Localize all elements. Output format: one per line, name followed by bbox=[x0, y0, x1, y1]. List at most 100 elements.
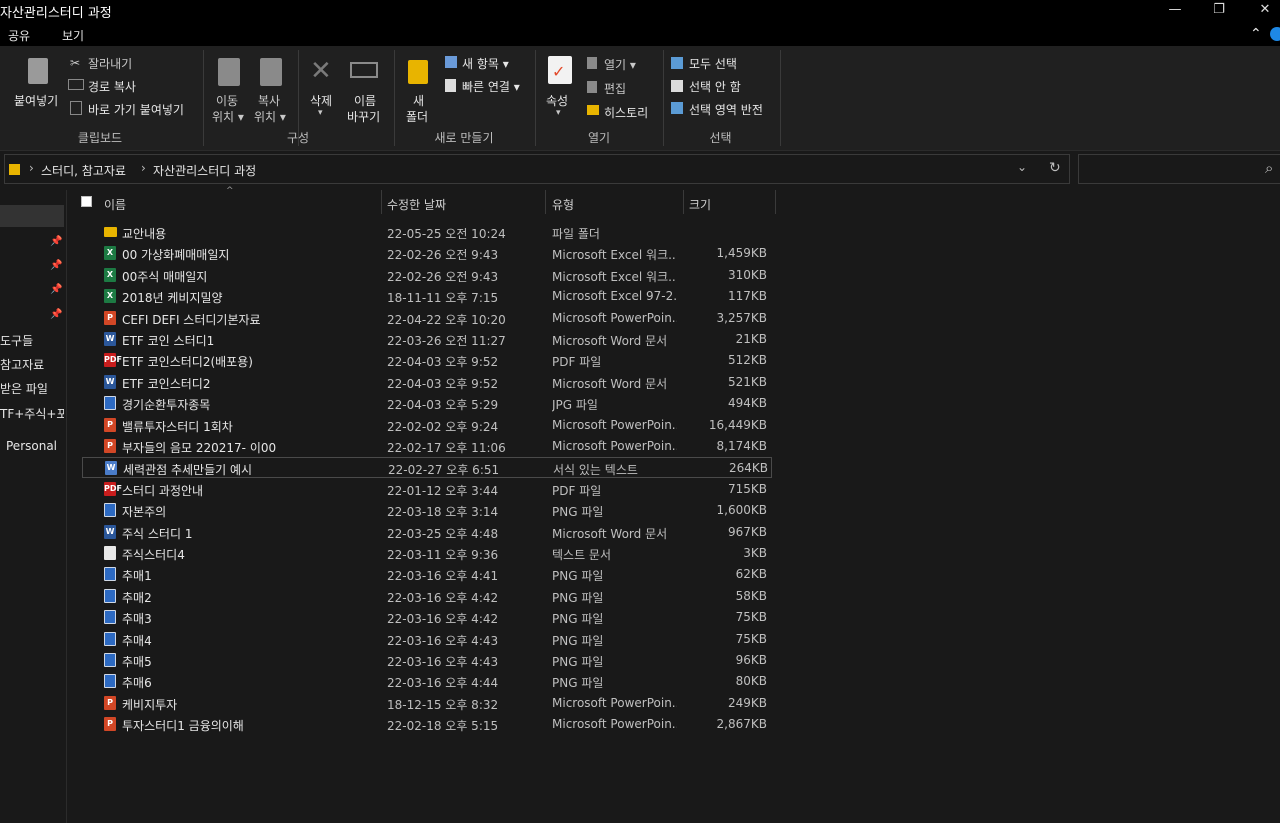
file-size: 3,257KB bbox=[716, 310, 767, 325]
folder-icon bbox=[9, 164, 20, 175]
file-date: 22-02-18 오후 5:15 bbox=[387, 719, 499, 734]
paste-button[interactable]: 붙여넣기 bbox=[14, 92, 58, 109]
tab-view[interactable]: 보기 bbox=[62, 27, 84, 44]
close-button[interactable]: ✕ bbox=[1250, 0, 1280, 22]
file-name: 밸류투자스터디 1회차 bbox=[122, 419, 233, 434]
edit-button[interactable]: 편집 bbox=[604, 80, 626, 97]
select-all-checkbox[interactable] bbox=[81, 196, 92, 207]
breadcrumb-separator[interactable]: › bbox=[141, 161, 146, 175]
cut-button[interactable]: 잘라내기 bbox=[88, 55, 132, 72]
file-date: 22-02-26 오전 9:43 bbox=[387, 248, 499, 263]
file-row[interactable]: 추매1 22-03-16 오후 4:41 PNG 파일 62KB bbox=[82, 564, 772, 585]
move-to-button[interactable]: 위치 ▾ bbox=[212, 108, 244, 125]
maximize-button[interactable]: ❐ bbox=[1204, 0, 1234, 22]
column-header-name[interactable]: 이름 bbox=[104, 196, 126, 220]
column-separator[interactable] bbox=[545, 190, 546, 214]
file-row[interactable]: 추매4 22-03-16 오후 4:43 PNG 파일 75KB bbox=[82, 629, 772, 650]
nav-item[interactable]: 참고자료 bbox=[0, 356, 64, 373]
nav-item[interactable]: 받은 파일 bbox=[0, 380, 64, 397]
img-file-icon bbox=[104, 653, 116, 667]
file-row[interactable]: P 부자들의 음모 220217- 이00 22-02-17 오후 11:06 Mic… bbox=[82, 436, 772, 457]
history-button[interactable]: 히스토리 bbox=[604, 104, 648, 121]
file-row[interactable]: P 밸류투자스터디 1회차 22-02-02 오후 9:24 Microsoft Po… bbox=[82, 415, 772, 436]
delete-dropdown-icon[interactable]: ▾ bbox=[318, 108, 323, 118]
ribbon-collapse-icon[interactable]: ⌃ bbox=[1250, 26, 1262, 42]
minimize-button[interactable]: — bbox=[1160, 0, 1190, 22]
nav-item[interactable]: TF+주식+포 bbox=[0, 405, 64, 422]
file-row[interactable]: X 00 가상화폐매매일지 22-02-26 오전 9:43 Microsoft Ex… bbox=[82, 243, 772, 264]
nav-item[interactable]: Personal bbox=[6, 439, 70, 453]
breadcrumb-item[interactable]: 자산관리스터디 과정 bbox=[153, 162, 256, 179]
file-row[interactable]: 경기순환투자종목 22-04-03 오후 5:29 JPG 파일 494KB bbox=[82, 393, 772, 414]
file-size: 1,600KB bbox=[716, 503, 767, 518]
column-header-date[interactable]: 수정한 날짜 bbox=[387, 196, 446, 220]
column-separator[interactable] bbox=[381, 190, 382, 214]
nav-item[interactable]: 도구들 bbox=[0, 332, 64, 349]
file-row[interactable]: W ETF 코인스터디2 22-04-03 오후 9:52 Microsoft Wor… bbox=[82, 372, 772, 393]
file-row[interactable]: PDF 스터디 과정안내 22-01-12 오후 3:44 PDF 파일 715KB bbox=[82, 479, 772, 500]
file-row[interactable]: P 케비지투자 18-12-15 오후 8:32 Microsoft PowerPoi… bbox=[82, 693, 772, 714]
paste-shortcut-button[interactable]: 바로 가기 붙여넣기 bbox=[88, 101, 184, 118]
file-row[interactable]: P 투자스터디1 금융의이해 22-02-18 오후 5:15 Microsoft P… bbox=[82, 714, 772, 735]
file-row[interactable]: X 00주식 매매일지 22-02-26 오전 9:43 Microsoft Exce… bbox=[82, 265, 772, 286]
tab-share[interactable]: 공유 bbox=[8, 27, 30, 44]
file-date: 22-03-16 오후 4:42 bbox=[387, 612, 499, 627]
img-file-icon bbox=[104, 503, 116, 518]
file-row[interactable]: W 주식 스터디 1 22-03-25 오후 4:48 Microsoft Word … bbox=[82, 522, 772, 543]
rename-label[interactable]: 이름 bbox=[354, 92, 376, 109]
new-folder-button[interactable]: 폴더 bbox=[406, 108, 428, 125]
copy-path-icon bbox=[68, 79, 84, 90]
file-row[interactable]: 주식스터디4 22-03-11 오후 9:36 텍스트 문서 3KB bbox=[82, 543, 772, 564]
column-separator[interactable] bbox=[775, 190, 776, 214]
file-name: 추매4 bbox=[122, 633, 152, 648]
file-row[interactable]: X 2018년 케비지밀양 18-11-11 오후 7:15 Microsoft Ex… bbox=[82, 286, 772, 307]
help-icon[interactable] bbox=[1270, 27, 1280, 41]
column-separator[interactable] bbox=[683, 190, 684, 214]
open-button[interactable]: 열기 ▾ bbox=[604, 56, 636, 73]
file-row[interactable]: 추매3 22-03-16 오후 4:42 PNG 파일 75KB bbox=[82, 607, 772, 628]
file-date: 22-03-11 오후 9:36 bbox=[387, 548, 499, 562]
file-row[interactable]: P CEFI DEFI 스터디기본자료 22-04-22 오후 10:20 Micro… bbox=[82, 308, 772, 329]
new-folder-label[interactable]: 새 bbox=[413, 92, 424, 109]
rename-button[interactable]: 바꾸기 bbox=[347, 108, 380, 125]
file-date: 22-03-16 오후 4:41 bbox=[387, 569, 499, 584]
file-row[interactable]: PDF ETF 코인스터디2(배포용) 22-04-03 오후 9:52 PDF 파일… bbox=[82, 350, 772, 371]
column-header-type[interactable]: 유형 bbox=[552, 196, 574, 220]
word-file-icon: W bbox=[104, 332, 116, 346]
new-item-button[interactable]: 새 항목 ▾ bbox=[462, 55, 509, 72]
properties-dropdown-icon[interactable]: ▾ bbox=[556, 108, 561, 118]
img-file-icon bbox=[104, 674, 116, 689]
search-input[interactable]: ⌕ bbox=[1078, 154, 1280, 184]
file-type: Microsoft PowerPoin... bbox=[552, 695, 677, 710]
properties-button[interactable]: 속성 bbox=[546, 92, 568, 109]
file-size: 21KB bbox=[735, 332, 767, 346]
delete-button[interactable]: 삭제 bbox=[310, 92, 332, 109]
column-header-size[interactable]: 크기 bbox=[689, 196, 711, 220]
file-type: 파일 폴더 bbox=[552, 227, 600, 241]
select-none-button[interactable]: 선택 안 함 bbox=[689, 78, 741, 95]
breadcrumb-item[interactable]: 스터디, 참고자료 bbox=[41, 162, 126, 179]
file-row[interactable]: 추매6 22-03-16 오후 4:44 PNG 파일 80KB bbox=[82, 671, 772, 692]
easy-access-button[interactable]: 빠른 연결 ▾ bbox=[462, 78, 520, 95]
pin-icon: 📌 bbox=[50, 309, 63, 320]
select-all-button[interactable]: 모두 선택 bbox=[689, 55, 737, 72]
file-row[interactable]: W ETF 코인 스터디1 22-03-26 오전 11:27 Microsoft W… bbox=[82, 329, 772, 350]
file-row[interactable]: 교안내용 22-05-25 오전 10:24 파일 폴더 bbox=[82, 222, 772, 243]
search-icon: ⌕ bbox=[1265, 159, 1274, 177]
move-to-label[interactable]: 이동 bbox=[216, 92, 238, 109]
file-row[interactable]: W 세력관점 추세만들기 예시 22-02-27 오후 6:51 서식 있는 텍스트 2… bbox=[82, 457, 772, 479]
copy-to-button[interactable]: 위치 ▾ bbox=[254, 108, 286, 125]
invert-selection-button[interactable]: 선택 영역 반전 bbox=[689, 101, 763, 118]
copy-to-label[interactable]: 복사 bbox=[258, 92, 280, 109]
file-row[interactable]: 추매2 22-03-16 오후 4:42 PNG 파일 58KB bbox=[82, 586, 772, 607]
breadcrumb-separator[interactable]: › bbox=[29, 161, 34, 175]
file-row[interactable]: 추매5 22-03-16 오후 4:43 PNG 파일 96KB bbox=[82, 650, 772, 671]
copy-path-button[interactable]: 경로 복사 bbox=[88, 78, 136, 95]
file-row[interactable]: 자본주의 22-03-18 오후 3:14 PNG 파일 1,600KB bbox=[82, 500, 772, 521]
refresh-icon[interactable]: ↻ bbox=[1049, 160, 1061, 176]
nav-selected-item[interactable] bbox=[0, 205, 64, 227]
paste-shortcut-icon bbox=[70, 101, 82, 115]
address-dropdown-icon[interactable]: ⌄ bbox=[1017, 160, 1027, 174]
address-bar[interactable]: › 스터디, 참고자료 › 자산관리스터디 과정 ⌄ ↻ bbox=[4, 154, 1070, 184]
file-name: 자본주의 bbox=[122, 505, 167, 520]
